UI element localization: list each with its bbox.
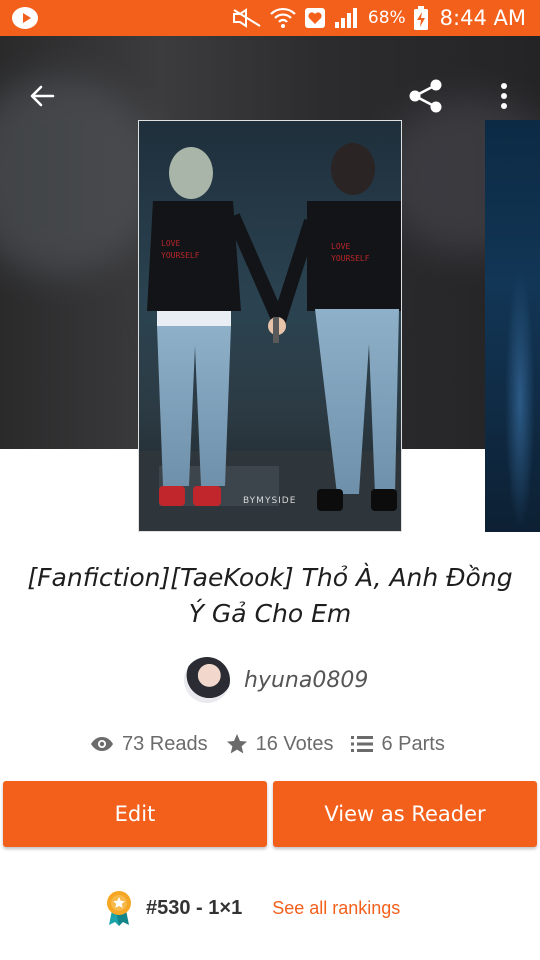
status-bar: 68% 8:44 AM — [0, 0, 540, 36]
story-cover-image[interactable]: LOVE YOURSELF LOVE YOURSELF BYMYSIDE — [138, 120, 402, 532]
next-story-cover[interactable] — [485, 120, 540, 532]
votes-count: 16 Votes — [255, 732, 334, 755]
cover-caption: BYMYSIDE — [243, 496, 297, 506]
author-name[interactable]: hyuna0809 — [244, 668, 368, 693]
more-button[interactable] — [484, 76, 524, 116]
reads-stat: 73 Reads — [90, 733, 208, 756]
wifi-icon — [270, 7, 296, 28]
story-stats: 73 Reads 16 Votes 6 Parts — [90, 728, 445, 760]
mute-icon — [232, 8, 261, 28]
svg-text:LOVE: LOVE — [161, 239, 180, 248]
parts-count: 6 Parts — [381, 732, 445, 755]
ranking-text: #530 - 1×1 — [146, 896, 243, 919]
video-notification-icon — [12, 7, 38, 29]
author-row[interactable]: hyuna0809 — [184, 656, 368, 704]
ranking-medal-icon — [107, 891, 131, 926]
svg-text:LOVE: LOVE — [331, 242, 350, 251]
edit-button[interactable]: Edit — [3, 781, 267, 847]
view-as-reader-button[interactable]: View as Reader — [273, 781, 537, 847]
eye-icon — [91, 737, 113, 751]
battery-percent: 68% — [367, 8, 406, 28]
see-all-rankings-link[interactable]: See all rankings — [272, 898, 400, 919]
avatar[interactable] — [184, 657, 230, 703]
votes-stat: 16 Votes — [226, 732, 334, 756]
share-icon — [409, 79, 442, 113]
back-button[interactable] — [22, 76, 62, 116]
share-button[interactable] — [406, 76, 446, 116]
clock: 8:44 AM — [439, 6, 526, 30]
list-icon — [351, 736, 374, 752]
story-title: [Fanfiction][TaeKook] Thỏ À, Anh Đồng Ý … — [27, 563, 513, 628]
star-icon — [226, 734, 247, 754]
svg-text:YOURSELF: YOURSELF — [161, 251, 200, 260]
reads-count: 73 Reads — [122, 732, 208, 755]
parts-stat: 6 Parts — [351, 732, 445, 756]
battery-charging-icon — [413, 6, 428, 30]
ranking-row: #530 - 1×1 See all rankings — [104, 886, 400, 930]
status-icons: 68% 8:44 AM — [232, 0, 526, 36]
svg-text:YOURSELF: YOURSELF — [331, 254, 370, 263]
more-vertical-icon — [501, 83, 507, 109]
arrow-left-icon — [30, 85, 55, 107]
cover-illustration: LOVE YOURSELF LOVE YOURSELF — [139, 143, 401, 531]
heart-notification-icon — [304, 8, 325, 28]
signal-icon — [334, 8, 357, 28]
